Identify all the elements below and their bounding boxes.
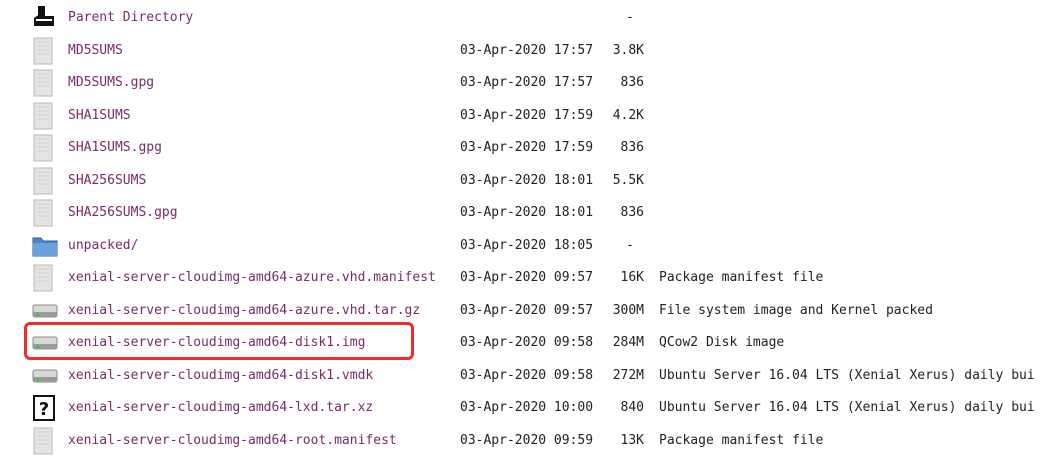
file-link[interactable]: SHA256SUMS: [68, 173, 146, 188]
file-icon: [30, 264, 60, 292]
file-row: xenial-server-cloudimg-amd64-disk1.img 0…: [0, 327, 1040, 359]
size-cell: 836: [620, 75, 644, 90]
disk-icon: [30, 329, 60, 357]
file-row: xenial-server-cloudimg-amd64-azure.vhd.m…: [0, 262, 1040, 294]
unknown-file-icon: ?: [30, 394, 60, 422]
file-link[interactable]: xenial-server-cloudimg-amd64-root.manife…: [68, 433, 397, 448]
date-cell: 03-Apr-2020 18:05: [460, 238, 594, 253]
date-cell: 03-Apr-2020 18:01: [460, 205, 594, 220]
file-icon: [30, 427, 60, 455]
date-cell: 03-Apr-2020 10:00: [460, 400, 594, 415]
size-cell: 836: [620, 140, 644, 155]
parent-directory-row: Parent Directory -: [0, 2, 1040, 34]
size-cell: 272M: [612, 368, 644, 383]
file-link[interactable]: xenial-server-cloudimg-amd64-azure.vhd.t…: [68, 303, 420, 318]
file-link[interactable]: SHA1SUMS.gpg: [68, 140, 162, 155]
date-cell: 03-Apr-2020 09:58: [460, 368, 594, 383]
date-cell: 03-Apr-2020 17:59: [460, 108, 594, 123]
file-icon: [30, 134, 60, 162]
date-cell: 03-Apr-2020 09:59: [460, 433, 594, 448]
description-cell: Ubuntu Server 16.04 LTS (Xenial Xerus) d…: [659, 400, 1035, 415]
date-cell: 03-Apr-2020 09:57: [460, 270, 594, 285]
file-row: xenial-server-cloudimg-amd64-disk1.vmdk …: [0, 360, 1040, 392]
file-icon: [30, 37, 60, 65]
date-cell: 03-Apr-2020 17:59: [460, 140, 594, 155]
file-row: xenial-server-cloudimg-amd64-azure.vhd.t…: [0, 295, 1040, 327]
file-link[interactable]: MD5SUMS: [68, 43, 123, 58]
size-cell: 5.5K: [612, 173, 644, 188]
file-icon: [30, 102, 60, 130]
size-cell: 300M: [612, 303, 644, 318]
file-link[interactable]: xenial-server-cloudimg-amd64-lxd.tar.xz: [68, 400, 373, 415]
description-cell: File system image and Kernel packed: [659, 303, 933, 318]
disk-icon: [30, 297, 60, 325]
description-cell: QCow2 Disk image: [659, 335, 785, 350]
size-cell: 836: [620, 205, 644, 220]
file-link[interactable]: xenial-server-cloudimg-amd64-disk1.vmdk: [68, 368, 373, 383]
file-icon: [30, 69, 60, 97]
folder-row: unpacked/ 03-Apr-2020 18:05 -: [0, 230, 1040, 262]
size-cell: 4.2K: [612, 108, 644, 123]
date-cell: 03-Apr-2020 17:57: [460, 43, 594, 58]
file-row: MD5SUMS.gpg 03-Apr-2020 17:57 836: [0, 67, 1040, 99]
file-row: ? xenial-server-cloudimg-amd64-lxd.tar.x…: [0, 392, 1040, 424]
file-row: SHA256SUMS.gpg 03-Apr-2020 18:01 836: [0, 197, 1040, 229]
date-cell: 03-Apr-2020 18:01: [460, 173, 594, 188]
size-cell: 13K: [620, 433, 644, 448]
size-cell: 284M: [612, 335, 644, 350]
back-arrow-icon[interactable]: [30, 4, 60, 32]
date-cell: 03-Apr-2020 09:58: [460, 335, 594, 350]
date-cell: 03-Apr-2020 09:57: [460, 303, 594, 318]
file-icon: [30, 199, 60, 227]
file-link[interactable]: SHA1SUMS: [68, 108, 131, 123]
description-cell: Package manifest file: [659, 433, 824, 448]
folder-icon: [30, 232, 60, 260]
file-row: xenial-server-cloudimg-amd64-root.manife…: [0, 425, 1040, 457]
parent-directory-link[interactable]: Parent Directory: [68, 10, 193, 25]
folder-link[interactable]: unpacked/: [68, 238, 138, 253]
file-link[interactable]: xenial-server-cloudimg-amd64-disk1.img: [68, 335, 365, 350]
svg-text:?: ?: [39, 399, 49, 420]
description-cell: Package manifest file: [659, 270, 824, 285]
disk-icon: [30, 362, 60, 390]
file-link[interactable]: MD5SUMS.gpg: [68, 75, 154, 90]
file-row: SHA1SUMS 03-Apr-2020 17:59 4.2K: [0, 100, 1040, 132]
date-cell: 03-Apr-2020 17:57: [460, 75, 594, 90]
size-cell: 3.8K: [612, 43, 644, 58]
file-row: SHA1SUMS.gpg 03-Apr-2020 17:59 836: [0, 132, 1040, 164]
file-row: SHA256SUMS 03-Apr-2020 18:01 5.5K: [0, 165, 1040, 197]
size-cell: -: [626, 238, 634, 253]
size-cell: 840: [620, 400, 644, 415]
file-icon: [30, 167, 60, 195]
file-link[interactable]: SHA256SUMS.gpg: [68, 205, 178, 220]
size-cell: 16K: [620, 270, 644, 285]
file-row: MD5SUMS 03-Apr-2020 17:57 3.8K: [0, 35, 1040, 67]
size-cell: -: [626, 10, 634, 25]
file-link[interactable]: xenial-server-cloudimg-amd64-azure.vhd.m…: [68, 270, 436, 285]
description-cell: Ubuntu Server 16.04 LTS (Xenial Xerus) d…: [659, 368, 1035, 383]
